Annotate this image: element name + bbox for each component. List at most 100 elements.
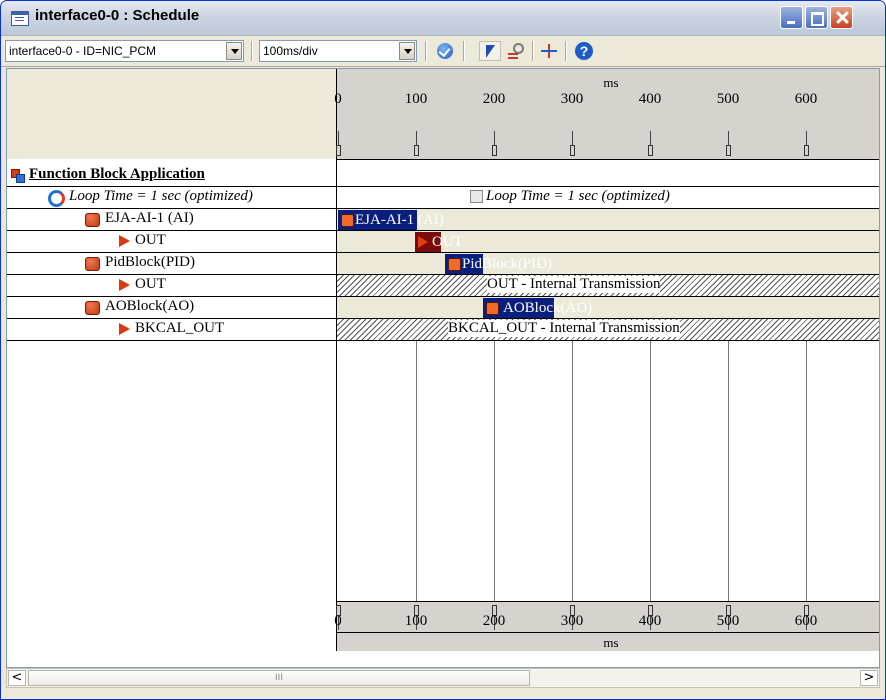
chevron-down-icon[interactable] [399,42,415,60]
output-arrow-icon [418,236,428,248]
schedule-bar-out[interactable]: OUT [415,232,463,252]
output-arrow-icon [119,235,130,247]
function-block-icon [486,302,499,315]
validate-icon [437,43,453,59]
scroll-right-button[interactable]: > [860,670,878,686]
tree-row-block[interactable]: PidBlock(PID) [7,253,336,274]
tree-row-output[interactable]: OUT [7,275,336,296]
bar-label: PidBlock(PID) [462,256,552,272]
split-button[interactable] [538,41,560,61]
schedule-window-icon [11,11,29,26]
tick-marker [414,145,419,156]
tick-mark [338,131,339,145]
title-bar[interactable]: interface0-0 : Schedule [1,1,885,36]
tree-root-label: Function Block Application [29,166,205,182]
toolbar: interface0-0 - ID=NIC_PCM 100ms/div ? [1,36,885,67]
toolbar-separator [565,41,567,61]
tick-marker [336,145,341,156]
units-label-bottom: ms [603,635,619,650]
tick-marker [492,145,497,156]
validate-button[interactable] [434,41,456,61]
schedule-bar-eja[interactable]: EJA-AI-1 (AI) [338,210,444,230]
tick-label-top: 600 [794,91,818,107]
function-block-icon [341,214,354,227]
tick-label-top: 500 [716,91,740,107]
tick-mark [572,131,573,145]
tree-row-block[interactable]: AOBlock(AO) [7,297,336,318]
tree-row-label: AOBlock(AO) [105,298,195,314]
tick-mark [806,131,807,145]
lane-pid [337,253,879,274]
find-button[interactable] [504,41,526,61]
window-title: interface0-0 : Schedule [35,7,200,24]
horizontal-scrollbar[interactable]: < III > [6,668,880,688]
toolbar-separator [251,41,253,61]
function-block-icon [85,213,100,227]
transmission-label: OUT - Internal Transmission [487,276,661,293]
tree-row-label: BKCAL_OUT [135,320,225,336]
loop-time-lane-label: Loop Time = 1 sec (optimized) [486,188,670,205]
interface-select[interactable]: interface0-0 - ID=NIC_PCM [5,40,244,62]
tick-marker [648,145,653,156]
bar-label: AOBlock(AO) [503,300,593,316]
loop-time-row[interactable]: Loop Time = 1 sec (optimized) [7,187,336,208]
tree-header [7,69,336,159]
select-pointer-icon [486,45,495,58]
tick-label-bottom: 300 [560,613,584,629]
function-block-icon [448,258,461,271]
tree-root[interactable]: Function Block Application [7,165,336,186]
tick-label-top: 200 [482,91,506,107]
loop-refresh-icon [47,189,65,207]
tick-label-bottom: 400 [638,613,662,629]
help-button[interactable]: ? [573,41,595,61]
scale-select[interactable]: 100ms/div [259,40,417,62]
schedule-bar-ao[interactable]: AOBlock(AO) [483,298,592,318]
schedule-bar-pid[interactable]: PidBlock(PID) [445,254,552,274]
maximize-button[interactable] [805,6,828,29]
schedule-window: interface0-0 : Schedule interface0-0 - I… [0,0,886,700]
bar-label: OUT [432,234,463,250]
tick-label-top: 0 [334,91,342,107]
tick-label-top: 100 [404,91,428,107]
pane-splitter[interactable] [336,69,337,651]
tree-row-block[interactable]: EJA-AI-1 (AI) [7,209,336,230]
tick-label-bottom: 200 [482,613,506,629]
close-button[interactable] [830,6,853,29]
toolbar-separator [425,41,427,61]
row-divider [7,340,879,341]
ruler-divider [337,632,879,633]
interface-select-value: interface0-0 - ID=NIC_PCM [9,44,157,58]
lane-ao [337,297,879,318]
tick-marker [804,145,809,156]
tick-label-bottom: 500 [716,613,740,629]
tick-mark [728,131,729,145]
loop-checkbox[interactable] [470,190,483,203]
tick-mark [494,131,495,145]
tree-row-label: OUT [135,276,166,292]
help-icon: ? [575,42,593,60]
find-icon [506,43,524,59]
tree-row-label: PidBlock(PID) [105,254,195,270]
bar-label: EJA-AI-1 (AI) [355,212,444,228]
output-arrow-icon [119,323,130,335]
minimize-button[interactable] [780,6,803,29]
units-label-top: ms [603,75,619,90]
tree-row-output[interactable]: OUT [7,231,336,252]
tick-marker [726,145,731,156]
tree-row-output[interactable]: BKCAL_OUT [7,319,336,340]
tick-mark [650,131,651,145]
function-block-app-icon [11,169,25,183]
toolbar-separator [463,41,465,61]
tree-row-label: OUT [135,232,166,248]
scroll-thumb[interactable]: III [28,670,530,686]
tick-label-bottom: 0 [334,613,342,629]
function-block-icon [85,301,100,315]
tick-label-bottom: 100 [404,613,428,629]
chevron-down-icon[interactable] [226,42,242,60]
tick-marker [570,145,575,156]
schedule-content: ms ms 0 100 200 300 400 500 600 0 100 200 300 400 5… [6,68,880,668]
ruler-divider [337,601,879,602]
tick-label-bottom: 600 [794,613,818,629]
select-pointer-button[interactable] [479,41,501,61]
scroll-left-button[interactable]: < [8,670,26,686]
